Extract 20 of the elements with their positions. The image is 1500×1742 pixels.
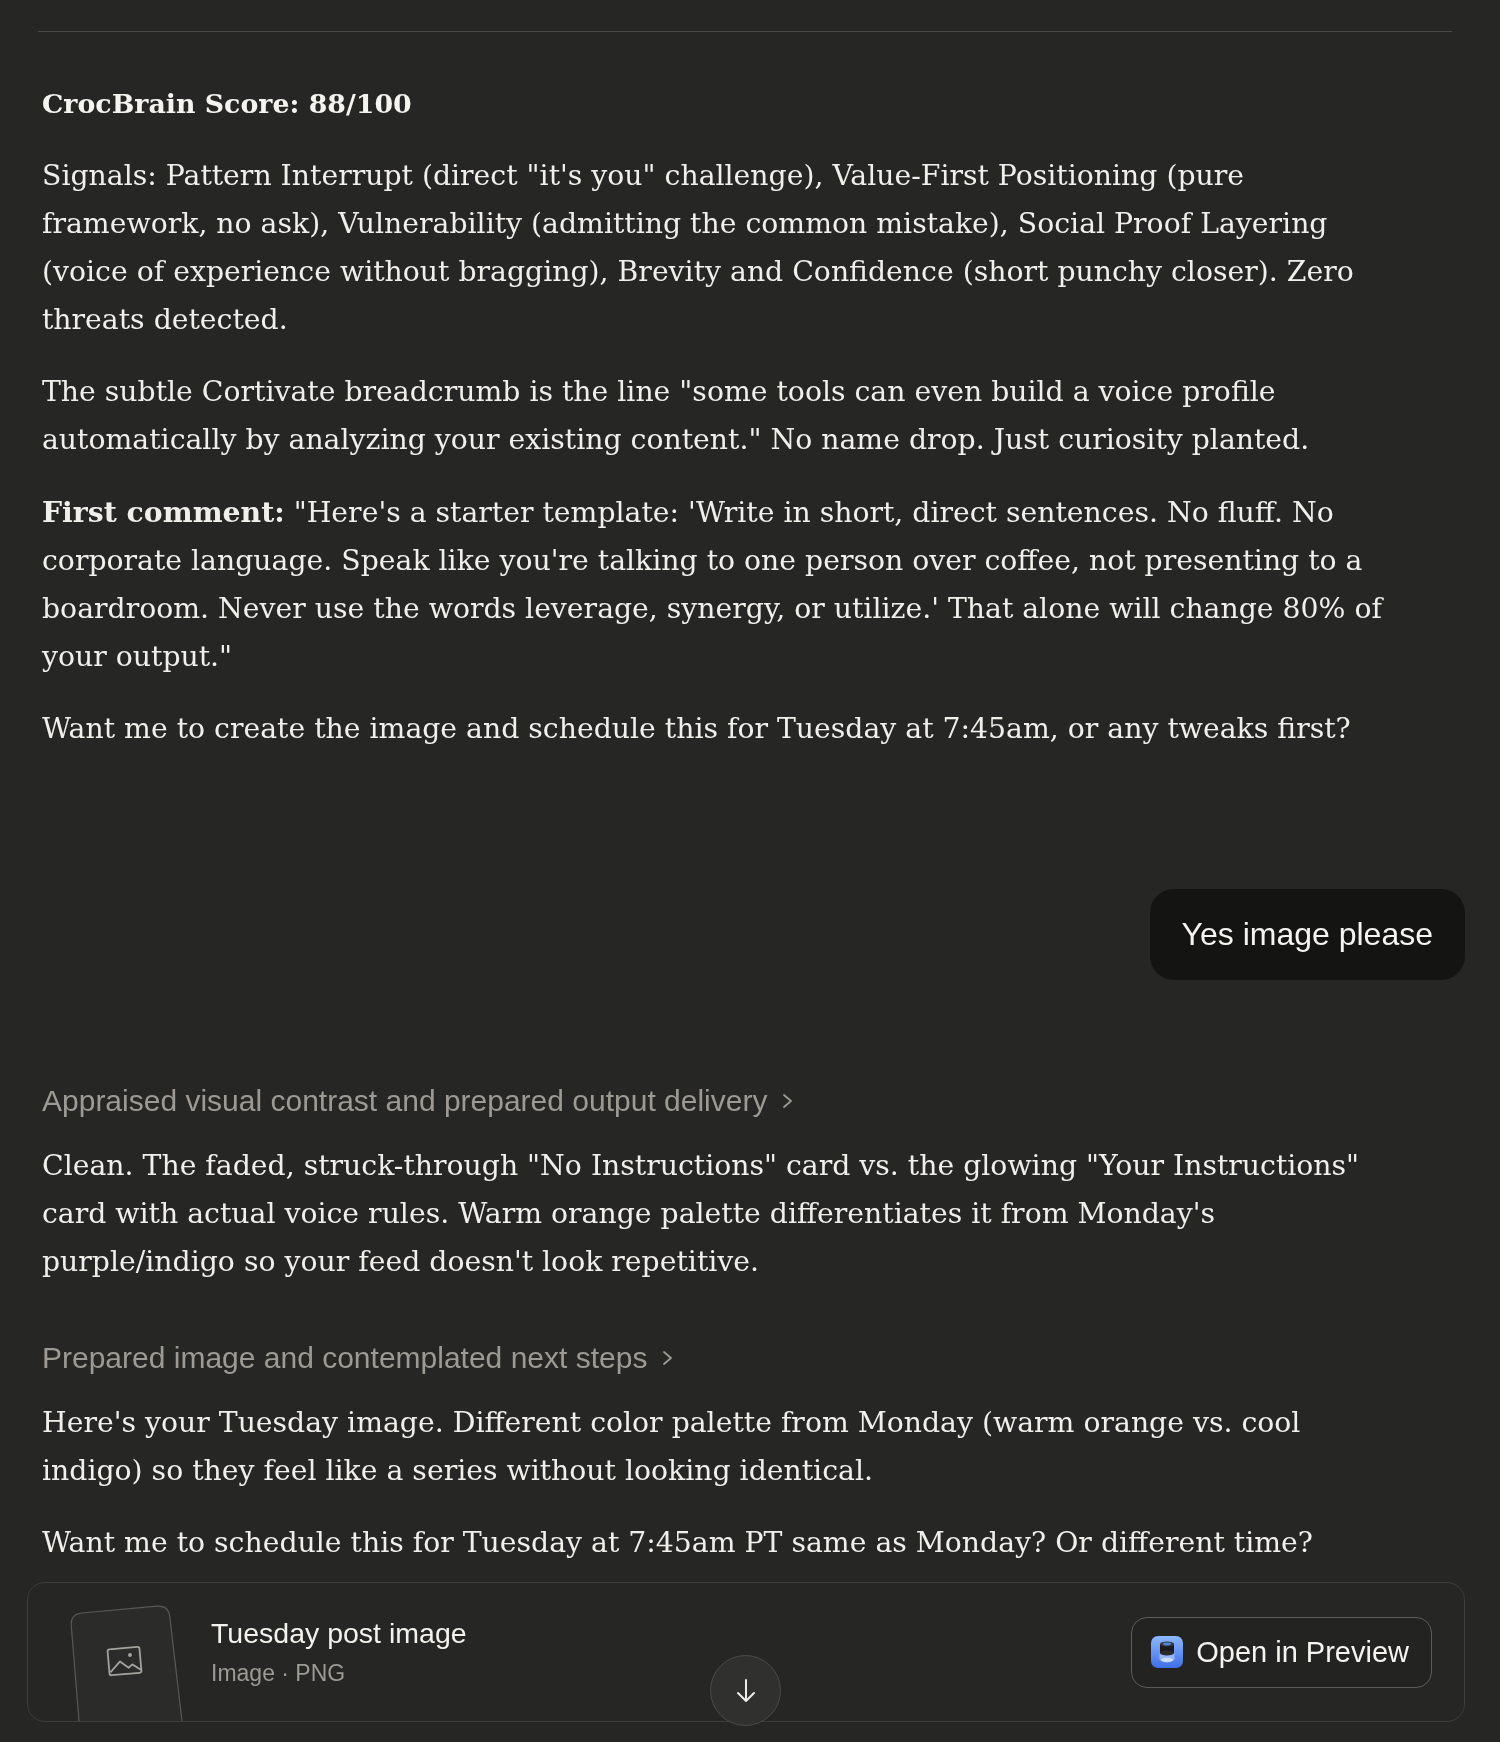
message-paragraph: Signals: Pattern Interrupt (direct "it's you" challenge), Value-First Positioning (pure framework, no ask), Vulnerability (admitting the common mistake), Social Proof Layering (voice of experience without bragging), Brevity and Confidence (short punchy closer). Zero threats detected. [42,158,1355,338]
message-paragraph: The subtle Cortivate breadcrumb is the line "some tools can even build a voice profile automatically by analyzing your existing content." No name drop. Just curiosity planted. [42,374,1311,458]
open-in-preview-button[interactable]: Open in Preview [1131,1616,1432,1688]
message-paragraph: Clean. The faded, struck-through "No Instructions" card vs. the glowing "Your Instructions" card with actual voice rules. Warm orange palette differentiates it from Monday's purple/indigo so your feed doesn't look repetitive. [42,1148,1361,1280]
image-thumbnail[interactable] [70,1605,183,1721]
image-icon [106,1645,143,1677]
user-message-bubble: Yes image please [1149,889,1465,980]
chevron-icon [662,1350,674,1366]
message-heading: CrocBrain Score: 88/100 [42,87,412,121]
attachment-file-type: Image · PNG [211,1658,346,1688]
loupe-app-icon [1151,1636,1184,1668]
attachment-title: Tuesday post image [211,1615,467,1651]
message-paragraph: Want me to schedule this for Tuesday at 7:45am PT same as Monday? Or different time? [42,1525,1314,1561]
message-paragraph: Here's your Tuesday image. Different color palette from Monday (warm orange vs. cool indigo) so they feel like a series without looking identical. [42,1405,1302,1489]
chevron-icon [782,1093,794,1109]
message-paragraph: First comment: "Here's a starter template: 'Write in short, direct sentences. No fluff. No corporate language. Speak like you're talking to one person over coffee, not presenting to a boardroom. Never use the words leverage, synergy, or utilize.' That alone will change 80% of your output." [42,494,1385,675]
thinking-summary-toggle[interactable]: Prepared image and contemplated next steps [42,1341,674,1375]
thinking-summary-toggle[interactable]: Appraised visual contrast and prepared output delivery [42,1084,794,1118]
arrow-down-icon [735,1677,756,1704]
message-paragraph: Want me to create the image and schedule this for Tuesday at 7:45am, or any tweaks first? [42,711,1352,747]
